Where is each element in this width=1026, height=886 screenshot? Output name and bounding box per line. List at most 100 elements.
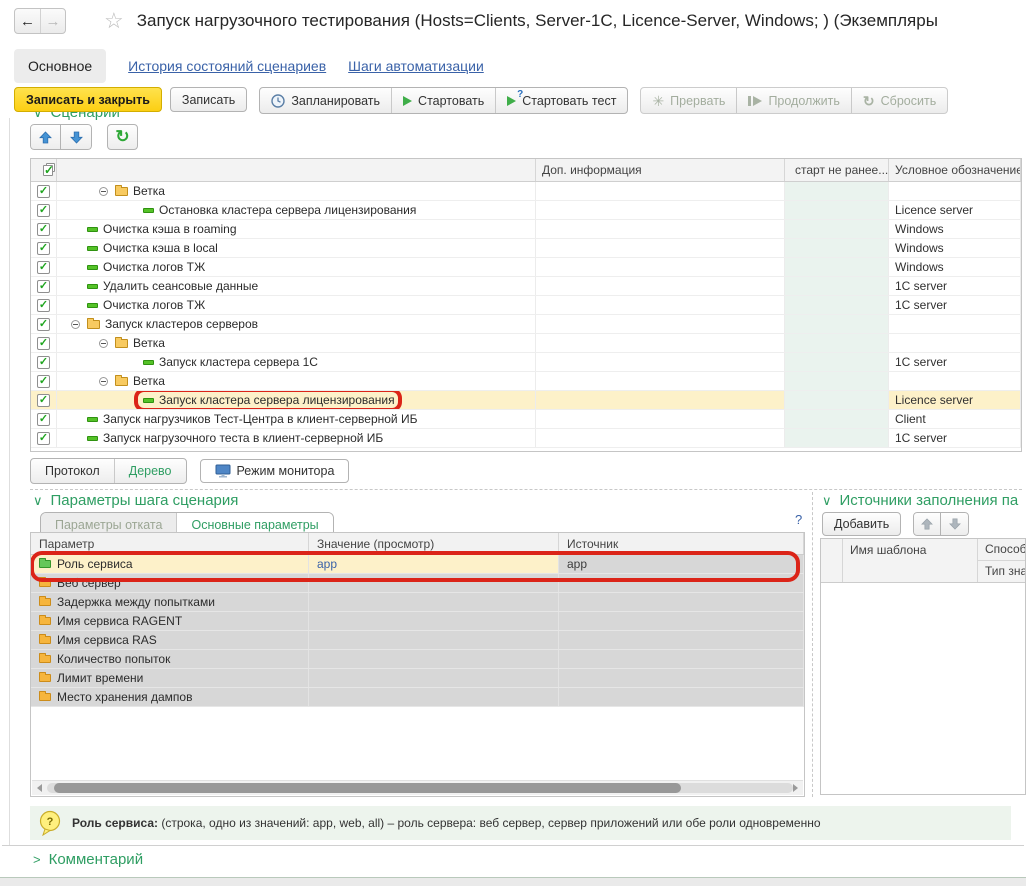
parameter-row[interactable]: Место хранения дампов (31, 688, 804, 707)
designation-column-header[interactable]: Условное обозначение ед (889, 159, 1021, 181)
horizontal-scrollbar[interactable] (32, 780, 803, 795)
reset-button[interactable]: ↻ Сбросить (851, 88, 947, 113)
parameter-row[interactable]: Имя сервиса RAGENT (31, 612, 804, 631)
row-checkbox[interactable]: ✓ (37, 432, 50, 445)
row-checkbox[interactable]: ✓ (37, 280, 50, 293)
start-not-before-cell (785, 258, 889, 276)
row-checkbox[interactable]: ✓ (37, 223, 50, 236)
refresh-button[interactable]: ↻ (107, 124, 138, 150)
node-icon (143, 360, 154, 365)
help-link[interactable]: ? (795, 512, 802, 527)
row-label: Остановка кластера сервера лицензировани… (159, 203, 416, 217)
table-row[interactable]: ✓ Ветка (31, 372, 1021, 391)
table-row[interactable]: ✓ Ветка (31, 334, 1021, 353)
value-column-header[interactable]: Значение (просмотр) (309, 533, 559, 554)
tab-main[interactable]: Основное (14, 49, 106, 83)
add-button[interactable]: Добавить (822, 512, 901, 536)
template-name-column-header[interactable]: Имя шаблона (843, 539, 978, 582)
fill-method-column-header[interactable]: Способ з (978, 539, 1026, 561)
extra-info-cell (536, 372, 785, 390)
row-checkbox[interactable]: ✓ (37, 185, 50, 198)
row-checkbox[interactable]: ✓ (37, 413, 50, 426)
row-checkbox[interactable]: ✓ (37, 318, 50, 331)
move-down-button[interactable] (61, 124, 92, 150)
interrupt-button[interactable]: ✳ Прервать (641, 88, 736, 113)
comment-group-header[interactable]: >Комментарий (33, 851, 143, 868)
expander-icon[interactable] (99, 339, 108, 348)
parameter-name: Задержка между попытками (57, 595, 215, 609)
start-not-before-column-header[interactable]: старт не ранее... (785, 159, 889, 181)
row-checkbox[interactable]: ✓ (37, 261, 50, 274)
start-button[interactable]: Стартовать (391, 88, 495, 113)
parameter-row[interactable]: Роль сервиса app app (31, 555, 804, 574)
table-row[interactable]: ✓ Остановка кластера сервера лицензирова… (31, 201, 1021, 220)
sources-move-up-button[interactable] (913, 512, 941, 536)
scroll-left-arrow[interactable] (37, 784, 42, 792)
expander-icon[interactable] (99, 377, 108, 386)
tab-automation[interactable]: Шаги автоматизации (348, 58, 484, 74)
scroll-right-arrow[interactable] (793, 784, 798, 792)
row-checkbox[interactable]: ✓ (37, 356, 50, 369)
scrollbar-thumb[interactable] (54, 783, 681, 793)
row-checkbox[interactable]: ✓ (37, 394, 50, 407)
parameter-row[interactable]: Имя сервиса RAS (31, 631, 804, 650)
move-up-button[interactable] (30, 124, 61, 150)
row-checkbox[interactable]: ✓ (37, 375, 50, 388)
table-row[interactable]: ✓ Запуск нагрузочного теста в клиент-сер… (31, 429, 1021, 448)
protocol-view-button[interactable]: Протокол (31, 459, 114, 483)
table-row[interactable]: ✓ Очистка логов ТЖ Windows (31, 258, 1021, 277)
value-type-column-header[interactable]: Тип значе (978, 561, 1026, 582)
table-row[interactable]: ✓ Очистка кэша в roaming Windows (31, 220, 1021, 239)
tree-view-button[interactable]: Дерево (114, 459, 186, 483)
designation-cell: Windows (889, 239, 1021, 257)
parameter-row[interactable]: Веб сервер (31, 574, 804, 593)
select-all-icon[interactable]: ✓ (41, 163, 56, 178)
interrupt-icon: ✳ (652, 94, 664, 108)
back-button[interactable]: ← (15, 9, 40, 33)
tab-history[interactable]: История состояний сценариев (128, 58, 326, 74)
reset-label: Сбросить (881, 94, 937, 108)
sources-group-header[interactable]: ∨Источники заполнения па (822, 492, 1018, 509)
favorite-star-icon[interactable]: ☆ (104, 10, 124, 32)
parameters-group-header[interactable]: ∨Параметры шага сценария (33, 492, 238, 509)
table-row[interactable]: ✓ Запуск нагрузчиков Тест-Центра в клиен… (31, 410, 1021, 429)
table-row[interactable]: ✓ Очистка кэша в local Windows (31, 239, 1021, 258)
row-checkbox[interactable]: ✓ (37, 299, 50, 312)
table-row[interactable]: ✓ Запуск кластера сервера лицензирования… (31, 391, 1021, 410)
expander-icon[interactable] (99, 187, 108, 196)
table-row[interactable]: ✓ Ветка (31, 182, 1021, 201)
expander-icon[interactable] (71, 320, 80, 329)
check-icon: ✓ (39, 338, 48, 349)
tree-header-row: ✓ Доп. информация старт не ранее... Усло… (31, 159, 1021, 182)
extra-info-column-header[interactable]: Доп. информация (536, 159, 785, 181)
table-row[interactable]: ✓ Очистка логов ТЖ 1C server (31, 296, 1021, 315)
monitor-mode-button[interactable]: Режим монитора (200, 459, 350, 483)
parameter-column-header[interactable]: Параметр (31, 533, 309, 554)
source-column-header[interactable]: Источник (559, 533, 804, 554)
schedule-button[interactable]: Запланировать (260, 88, 391, 113)
designation-cell: Licence server (889, 391, 1021, 409)
save-button[interactable]: Записать (170, 87, 247, 112)
parameter-row[interactable]: Задержка между попытками (31, 593, 804, 612)
row-label: Очистка логов ТЖ (103, 298, 205, 312)
table-row[interactable]: ✓ Запуск кластера сервера 1С 1C server (31, 353, 1021, 372)
parameter-row[interactable]: Количество попыток (31, 650, 804, 669)
check-icon: ✓ (39, 281, 48, 292)
table-row[interactable]: ✓ Удалить сеансовые данные 1C server (31, 277, 1021, 296)
forward-button[interactable]: → (40, 9, 65, 33)
row-checkbox[interactable]: ✓ (37, 337, 50, 350)
scrollbar-track[interactable] (47, 783, 793, 793)
start-not-before-cell (785, 410, 889, 428)
parameter-row[interactable]: Лимит времени (31, 669, 804, 688)
continue-button[interactable]: Продолжить (736, 88, 850, 113)
row-checkbox[interactable]: ✓ (37, 242, 50, 255)
row-checkbox[interactable]: ✓ (37, 204, 50, 217)
node-icon (115, 187, 128, 196)
table-row[interactable]: ✓ Запуск кластеров серверов (31, 315, 1021, 334)
start-test-button[interactable]: ? Стартовать тест (495, 88, 627, 113)
sources-move-down-button[interactable] (941, 512, 969, 536)
reset-icon: ↻ (863, 94, 875, 108)
save-and-close-button[interactable]: Записать и закрыть (14, 87, 162, 112)
tree-column-header[interactable] (57, 159, 536, 181)
check-icon: ✓ (39, 395, 48, 406)
